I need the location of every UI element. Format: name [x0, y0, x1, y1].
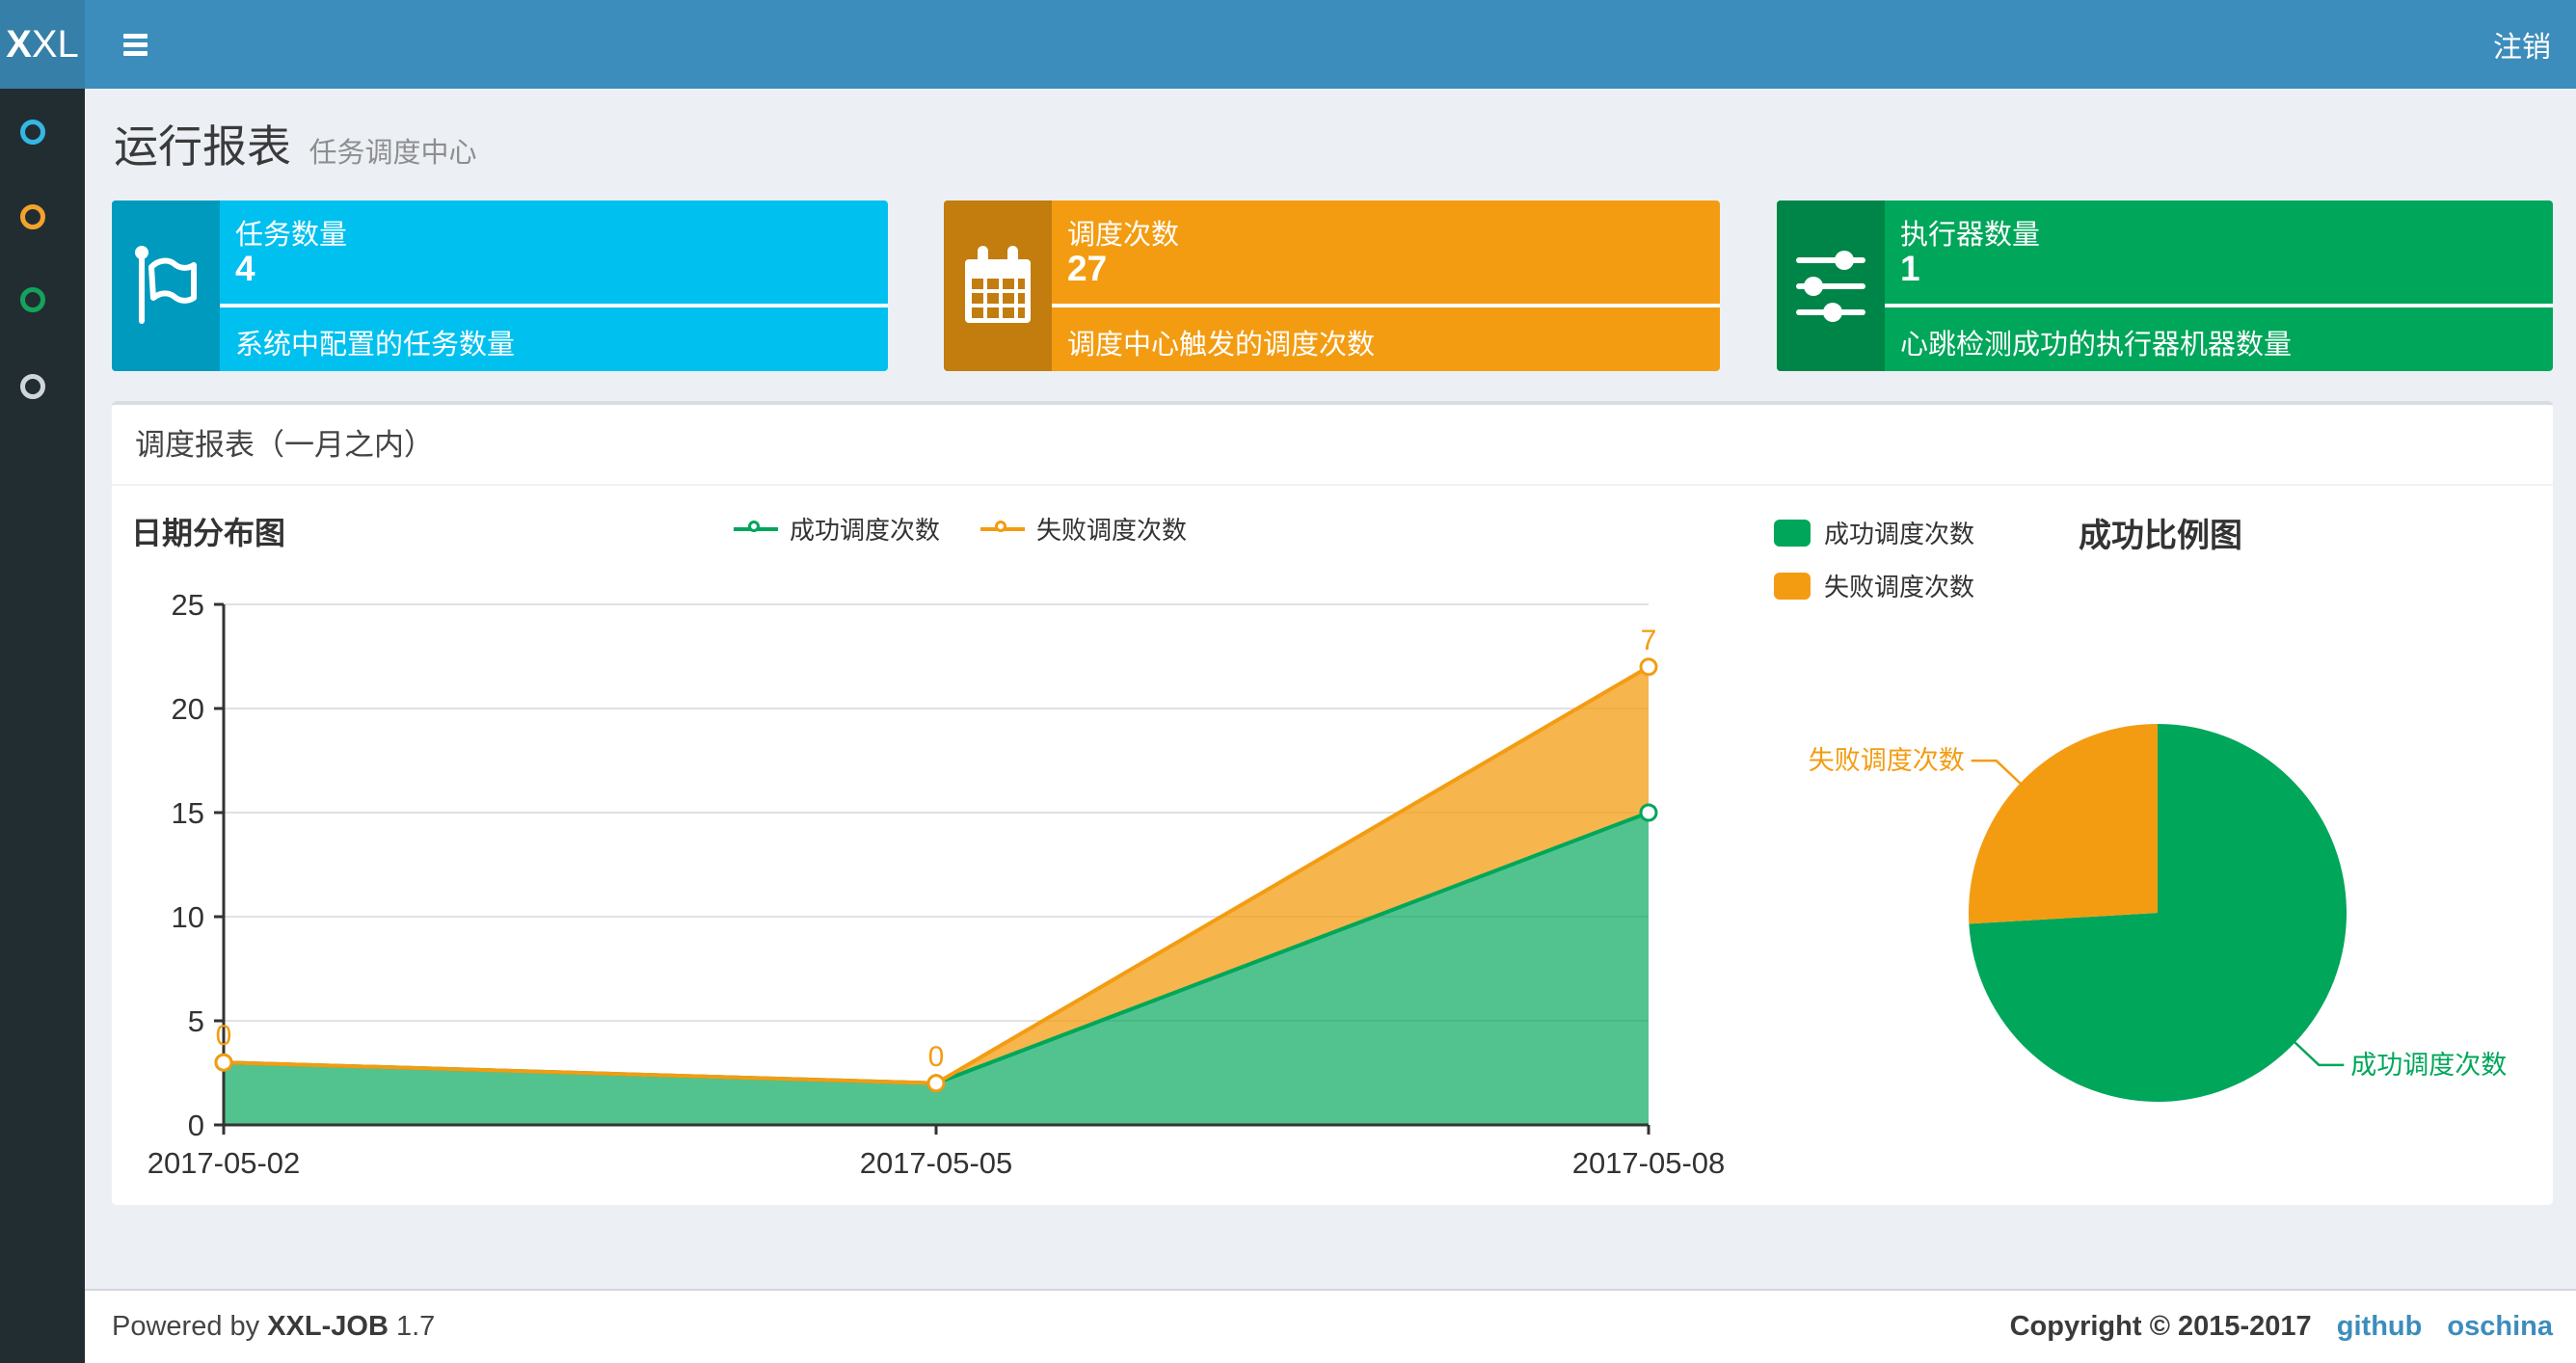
sidebar-toggle-icon[interactable]: [114, 20, 157, 69]
svg-text:成功调度次数: 成功调度次数: [2350, 1051, 2507, 1080]
divider: [1052, 304, 1720, 307]
flag-icon: [112, 200, 220, 371]
svg-text:2017-05-05: 2017-05-05: [860, 1146, 1013, 1180]
svg-text:0: 0: [216, 1020, 232, 1052]
stat-desc: 系统中配置的任务数量: [235, 330, 516, 361]
page-title: 运行报表: [114, 121, 291, 172]
svg-text:7: 7: [1641, 625, 1657, 656]
date-distribution-area-chart[interactable]: 05101520252017-05-02 2017-05-05 2017-05-08…: [112, 542, 1809, 1207]
stat-desc: 心跳检测成功的执行器机器数量: [1900, 330, 2293, 361]
report-panel: 调度报表（一月之内） 日期分布图 成功调度次数 失败调度次数 0 5 10 15 20 2…: [112, 401, 2553, 1205]
copyright: Copyright © 2015-2017 github oschina: [2009, 1311, 2553, 1342]
stat-value: 27: [1067, 249, 1108, 288]
app-logo[interactable]: X XL: [0, 0, 85, 89]
pie-chart-legend: 成功调度次数 失败调度次数: [1774, 515, 1974, 621]
stat-box-jobs: 任务数量 4 系统中配置的任务数量: [112, 200, 888, 371]
divider: [1885, 304, 2553, 307]
panel-title: 调度报表（一月之内）: [112, 405, 2553, 486]
divider: [220, 304, 888, 307]
line-series-marker-icon: [733, 520, 778, 532]
logout-link[interactable]: 注销: [2493, 23, 2551, 66]
page-subtitle: 任务调度中心: [309, 138, 477, 169]
svg-text:15: 15: [172, 796, 204, 830]
stat-label: 任务数量: [235, 220, 348, 251]
sidebar: [0, 89, 85, 1363]
svg-text:5: 5: [188, 1004, 204, 1038]
line-series-marker-icon: [980, 520, 1025, 532]
sidebar-item-2-circle-icon[interactable]: [20, 204, 45, 229]
svg-text:0: 0: [928, 1041, 945, 1073]
svg-text:失败调度次数: 失败调度次数: [1809, 746, 1965, 775]
stat-value: 1: [1900, 249, 1920, 288]
product-name: XXL-JOB: [267, 1311, 389, 1342]
xxl-job-dashboard: X XL 注销 运行报表 任务调度中心 任务数量 4 系统中配置的任务数量 调度…: [0, 0, 2576, 1363]
powered-by: Powered by XXL-JOB 1.7: [112, 1311, 436, 1342]
svg-text:2017-05-08: 2017-05-08: [1572, 1146, 1726, 1180]
navbar-main: 注销: [85, 0, 2576, 89]
pie-chart-title: 成功比例图: [2079, 518, 2242, 554]
svg-text:25: 25: [172, 588, 204, 622]
sidebar-item-1-circle-icon[interactable]: [20, 120, 45, 145]
stat-desc: 调度中心触发的调度次数: [1067, 330, 1376, 361]
stat-label: 执行器数量: [1900, 220, 2041, 251]
swatch-icon: [1774, 572, 1811, 600]
calendar-icon: [944, 200, 1052, 371]
stat-box-triggers: 调度次数 27 调度中心触发的调度次数: [944, 200, 1720, 371]
svg-text:2017-05-02: 2017-05-02: [148, 1146, 301, 1180]
oschina-link[interactable]: oschina: [2447, 1311, 2553, 1342]
logo-text: XL: [31, 22, 79, 66]
legend-item-success[interactable]: 成功调度次数: [1774, 515, 1974, 550]
sidebar-item-4-circle-icon[interactable]: [20, 374, 45, 399]
success-ratio-pie-chart[interactable]: 成功调度次数 失败调度次数: [1764, 677, 2545, 1168]
stat-box-executors: 执行器数量 1 心跳检测成功的执行器机器数量: [1777, 200, 2553, 371]
github-link[interactable]: github: [2337, 1311, 2423, 1342]
svg-text:20: 20: [172, 692, 204, 726]
sidebar-item-3-circle-icon[interactable]: [20, 287, 45, 312]
svg-text:10: 10: [172, 900, 204, 934]
sliders-icon: [1777, 200, 1885, 371]
footer: Powered by XXL-JOB 1.7 Copyright © 2015-…: [85, 1289, 2576, 1363]
swatch-icon: [1774, 519, 1811, 547]
stat-value: 4: [235, 249, 255, 288]
stat-label: 调度次数: [1067, 220, 1180, 251]
legend-item-fail[interactable]: 失败调度次数: [1774, 568, 1974, 603]
page-header: 运行报表 任务调度中心: [114, 112, 476, 175]
logo-text-bold: X: [6, 22, 32, 66]
svg-text:0: 0: [188, 1109, 204, 1142]
top-navbar: X XL 注销: [0, 0, 2576, 89]
